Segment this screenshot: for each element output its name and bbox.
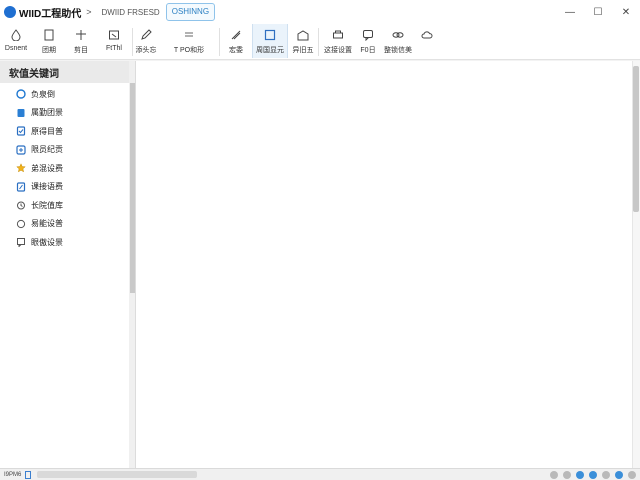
tool-display[interactable]: 周国显元 — [252, 24, 288, 58]
link-icon — [391, 28, 405, 42]
tool-line[interactable]: T PO和形 — [159, 24, 219, 58]
tool-cloud[interactable] — [417, 24, 437, 58]
window-controls: — ☐ ✕ — [556, 0, 640, 24]
check-icon — [16, 126, 26, 136]
zoom-icon[interactable] — [550, 470, 558, 479]
doc-icon — [16, 108, 26, 118]
tool-select[interactable]: Dsnent — [0, 24, 32, 58]
main-scrollbar-thumb[interactable] — [633, 66, 639, 212]
frame-icon — [107, 28, 121, 42]
cross-tool-icon — [74, 28, 88, 42]
sync-icon[interactable] — [576, 470, 584, 479]
fullscreen-icon[interactable] — [628, 470, 636, 479]
clock-icon — [16, 200, 26, 210]
status-text: I9PM6 — [4, 471, 22, 478]
maximize-button[interactable]: ☐ — [584, 0, 612, 24]
info-icon[interactable] — [615, 470, 623, 479]
tool-link[interactable]: 整锁信美 — [379, 24, 417, 58]
sidebar-item[interactable]: 长院值库 — [0, 196, 135, 215]
grid-icon[interactable] — [563, 470, 571, 479]
app-title: WIID工程助代 — [19, 8, 82, 20]
sidebar: 软值关键词 负泉倒 属勤团景 原得目普 限员纪贡 弟混设费 课接语费 长院值库 — [0, 61, 136, 468]
e-icon — [16, 89, 26, 99]
sidebar-item[interactable]: 限员纪贡 — [0, 141, 135, 160]
title-tab[interactable]: OSHINNG — [165, 3, 216, 21]
status-icons — [545, 470, 640, 479]
pen-icon — [229, 28, 243, 42]
minimize-button[interactable]: — — [556, 0, 584, 24]
sidebar-item[interactable]: 弟混设费 — [0, 159, 135, 178]
drop-icon — [9, 28, 23, 42]
plus-icon — [16, 145, 26, 155]
page-icon — [42, 28, 56, 42]
sidebar-header: 软值关键词 — [0, 61, 135, 83]
print-icon — [331, 28, 345, 42]
document-name: DWIID FRSESD — [101, 7, 160, 17]
tool-cut[interactable]: 剪目 — [66, 24, 96, 58]
page-icon — [25, 470, 32, 479]
chat-icon — [16, 237, 26, 248]
status-bar: I9PM6 — [0, 468, 640, 480]
edit-box-icon — [139, 28, 153, 42]
breadcrumb-separator: > — [86, 7, 92, 17]
toolbar: Dsnent 团期 剪目 FtThl 添头忘 T PO和形 宏委 周国显元 异旧… — [0, 24, 640, 60]
sidebar-item[interactable]: 课接语费 — [0, 178, 135, 197]
tool-insert[interactable]: 添头忘 — [133, 24, 159, 58]
star-icon — [16, 163, 26, 173]
line-icon — [182, 28, 196, 42]
sidebar-item[interactable]: 负泉倒 — [0, 85, 135, 104]
sidebar-scrollbar-thumb[interactable] — [130, 83, 135, 293]
main-canvas[interactable] — [136, 61, 632, 468]
layers-icon[interactable] — [602, 470, 610, 479]
sidebar-list: 负泉倒 属勤团景 原得目普 限员纪贡 弟混设费 课接语费 长院值库 易能设普 眼… — [0, 83, 135, 252]
square-icon — [263, 28, 277, 42]
tool-print[interactable]: FtThl — [96, 24, 132, 58]
sidebar-item[interactable]: 属勤团景 — [0, 104, 135, 123]
building-icon — [296, 28, 310, 42]
app-logo-icon — [4, 6, 16, 18]
tool-pen[interactable]: 宏委 — [220, 24, 252, 58]
settings-icon[interactable] — [589, 470, 597, 479]
tool-layer[interactable]: 异旧五 — [288, 24, 318, 58]
close-button[interactable]: ✕ — [612, 0, 640, 24]
title-bar: WIID工程助代 > DWIID FRSESD OSHINNG — ☐ ✕ — [0, 0, 640, 24]
sidebar-item[interactable]: 易能设普 — [0, 215, 135, 234]
bubble-icon — [361, 28, 375, 42]
tool-bubble[interactable]: F0日 — [357, 24, 379, 58]
circle-icon — [16, 219, 26, 229]
horizontal-scrollbar[interactable] — [37, 471, 198, 478]
tool-open[interactable]: 团期 — [32, 24, 66, 58]
tool-settings[interactable]: 这接设置 — [319, 24, 357, 58]
sidebar-item[interactable]: 眼傲设景 — [0, 233, 135, 252]
cloud-icon — [420, 28, 434, 42]
leaf-icon — [16, 182, 26, 192]
sidebar-item[interactable]: 原得目普 — [0, 122, 135, 141]
